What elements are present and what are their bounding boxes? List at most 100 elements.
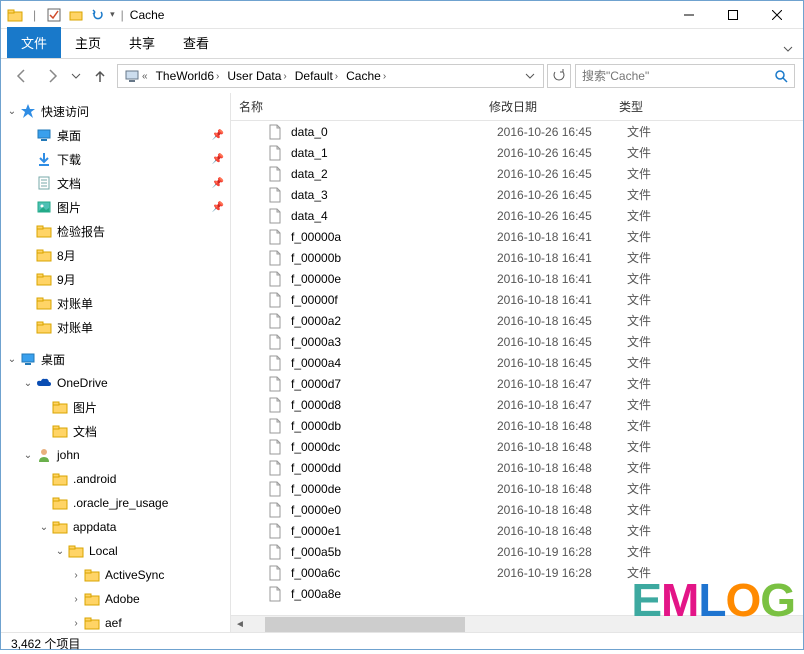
nav-quick-item[interactable]: 对账单 bbox=[1, 291, 230, 315]
tree-label: 文档 bbox=[73, 423, 97, 440]
file-row[interactable]: f_000a6c2016-10-19 16:28文件 bbox=[231, 562, 803, 583]
file-row[interactable]: data_42016-10-26 16:45文件 bbox=[231, 205, 803, 226]
file-row[interactable]: f_0000dd2016-10-18 16:48文件 bbox=[231, 457, 803, 478]
crumb-1[interactable]: TheWorld6› bbox=[152, 65, 224, 87]
tab-view[interactable]: 查看 bbox=[169, 27, 223, 58]
file-row[interactable]: f_000a5b2016-10-19 16:28文件 bbox=[231, 541, 803, 562]
undo-icon[interactable] bbox=[88, 5, 108, 25]
search-input[interactable] bbox=[582, 69, 774, 83]
pin-icon: 📌 bbox=[212, 130, 224, 141]
crumb-3[interactable]: Default› bbox=[291, 65, 342, 87]
col-date[interactable]: 修改日期 bbox=[489, 98, 619, 115]
tree-icon bbox=[51, 518, 69, 536]
tree-twisty-icon[interactable]: ⌄ bbox=[37, 522, 51, 533]
tree-twisty-icon[interactable]: ⌄ bbox=[53, 546, 67, 557]
col-type[interactable]: 类型 bbox=[619, 98, 803, 115]
nav-quick-item[interactable]: 8月 bbox=[1, 243, 230, 267]
file-row[interactable]: f_00000b2016-10-18 16:41文件 bbox=[231, 247, 803, 268]
file-row[interactable]: f_00000a2016-10-18 16:41文件 bbox=[231, 226, 803, 247]
pc-icon[interactable]: « bbox=[120, 65, 152, 87]
file-row[interactable]: f_0000dc2016-10-18 16:48文件 bbox=[231, 436, 803, 457]
crumb-2[interactable]: User Data› bbox=[223, 65, 290, 87]
file-row[interactable]: f_0000de2016-10-18 16:48文件 bbox=[231, 478, 803, 499]
ribbon: 文件 主页 共享 查看 bbox=[1, 29, 803, 59]
window-title: Cache bbox=[130, 8, 165, 22]
tree-icon bbox=[19, 102, 37, 120]
file-row[interactable]: f_000a8e bbox=[231, 583, 803, 604]
nav-quick-item[interactable]: 9月 bbox=[1, 267, 230, 291]
nav-appdata[interactable]: ⌄appdata bbox=[1, 515, 230, 539]
tree-twisty-icon[interactable]: › bbox=[69, 618, 83, 629]
nav-desktop[interactable]: ⌄桌面 bbox=[1, 347, 230, 371]
file-date: 2016-10-26 16:45 bbox=[497, 188, 627, 202]
tree-twisty-icon[interactable]: › bbox=[69, 570, 83, 581]
nav-local-child[interactable]: ›Adobe bbox=[1, 587, 230, 611]
col-name[interactable]: 名称 bbox=[239, 98, 489, 115]
tree-twisty-icon[interactable]: › bbox=[69, 594, 83, 605]
tree-label: 9月 bbox=[57, 271, 76, 288]
file-row[interactable]: data_22016-10-26 16:45文件 bbox=[231, 163, 803, 184]
search-box[interactable] bbox=[575, 64, 795, 88]
nav-onedrive[interactable]: ⌄OneDrive bbox=[1, 371, 230, 395]
address-dropdown-icon[interactable] bbox=[519, 71, 541, 81]
ribbon-expand-icon[interactable] bbox=[773, 40, 803, 58]
nav-user-item[interactable]: .android bbox=[1, 467, 230, 491]
file-name: f_0000a2 bbox=[291, 314, 497, 328]
tab-file[interactable]: 文件 bbox=[7, 27, 61, 58]
nav-quick-access[interactable]: ⌄快速访问 bbox=[1, 99, 230, 123]
tree-icon bbox=[35, 446, 53, 464]
folder-small-icon[interactable] bbox=[66, 5, 86, 25]
refresh-button[interactable] bbox=[547, 64, 571, 88]
tree-twisty-icon[interactable]: ⌄ bbox=[21, 450, 35, 461]
minimize-button[interactable] bbox=[667, 1, 711, 29]
file-row[interactable]: f_0000db2016-10-18 16:48文件 bbox=[231, 415, 803, 436]
tree-twisty-icon[interactable]: ⌄ bbox=[5, 106, 19, 117]
nav-local[interactable]: ⌄Local bbox=[1, 539, 230, 563]
crumb-4[interactable]: Cache› bbox=[342, 65, 390, 87]
nav-local-child[interactable]: ›ActiveSync bbox=[1, 563, 230, 587]
file-row[interactable]: f_0000e02016-10-18 16:48文件 bbox=[231, 499, 803, 520]
nav-user-item[interactable]: .oracle_jre_usage bbox=[1, 491, 230, 515]
file-date: 2016-10-18 16:48 bbox=[497, 419, 627, 433]
nav-quick-item[interactable]: 对账单 bbox=[1, 315, 230, 339]
file-name: f_0000d7 bbox=[291, 377, 497, 391]
nav-onedrive-item[interactable]: 文档 bbox=[1, 419, 230, 443]
nav-quick-item[interactable]: 文档📌 bbox=[1, 171, 230, 195]
horizontal-scrollbar[interactable]: ◄ bbox=[231, 615, 803, 632]
forward-button[interactable] bbox=[39, 64, 65, 88]
tab-home[interactable]: 主页 bbox=[61, 27, 115, 58]
file-date: 2016-10-18 16:47 bbox=[497, 377, 627, 391]
tree-twisty-icon[interactable]: ⌄ bbox=[5, 354, 19, 365]
tree-twisty-icon[interactable]: ⌄ bbox=[21, 378, 35, 389]
qat-dropdown-icon[interactable]: ▾ bbox=[110, 9, 115, 20]
file-icon bbox=[267, 418, 283, 434]
nav-quick-item[interactable]: 图片📌 bbox=[1, 195, 230, 219]
close-button[interactable] bbox=[755, 1, 799, 29]
file-row[interactable]: f_0000e12016-10-18 16:48文件 bbox=[231, 520, 803, 541]
up-button[interactable] bbox=[87, 64, 113, 88]
nav-quick-item[interactable]: 检验报告 bbox=[1, 219, 230, 243]
qat-checkbox-icon[interactable] bbox=[44, 5, 64, 25]
history-dropdown-icon[interactable] bbox=[69, 64, 83, 88]
file-row[interactable]: data_02016-10-26 16:45文件 bbox=[231, 121, 803, 142]
nav-quick-item[interactable]: 桌面📌 bbox=[1, 123, 230, 147]
file-row[interactable]: f_0000a42016-10-18 16:45文件 bbox=[231, 352, 803, 373]
file-row[interactable]: data_12016-10-26 16:45文件 bbox=[231, 142, 803, 163]
nav-quick-item[interactable]: 下载📌 bbox=[1, 147, 230, 171]
file-row[interactable]: f_00000e2016-10-18 16:41文件 bbox=[231, 268, 803, 289]
maximize-button[interactable] bbox=[711, 1, 755, 29]
nav-user[interactable]: ⌄john bbox=[1, 443, 230, 467]
file-row[interactable]: f_0000d82016-10-18 16:47文件 bbox=[231, 394, 803, 415]
file-type: 文件 bbox=[627, 396, 651, 413]
nav-onedrive-item[interactable]: 图片 bbox=[1, 395, 230, 419]
breadcrumb[interactable]: « TheWorld6› User Data› Default› Cache› bbox=[117, 64, 544, 88]
file-icon bbox=[267, 334, 283, 350]
file-row[interactable]: f_00000f2016-10-18 16:41文件 bbox=[231, 289, 803, 310]
nav-local-child[interactable]: ›aef bbox=[1, 611, 230, 632]
file-row[interactable]: f_0000a32016-10-18 16:45文件 bbox=[231, 331, 803, 352]
file-row[interactable]: f_0000a22016-10-18 16:45文件 bbox=[231, 310, 803, 331]
file-row[interactable]: f_0000d72016-10-18 16:47文件 bbox=[231, 373, 803, 394]
tab-share[interactable]: 共享 bbox=[115, 27, 169, 58]
back-button[interactable] bbox=[9, 64, 35, 88]
file-row[interactable]: data_32016-10-26 16:45文件 bbox=[231, 184, 803, 205]
